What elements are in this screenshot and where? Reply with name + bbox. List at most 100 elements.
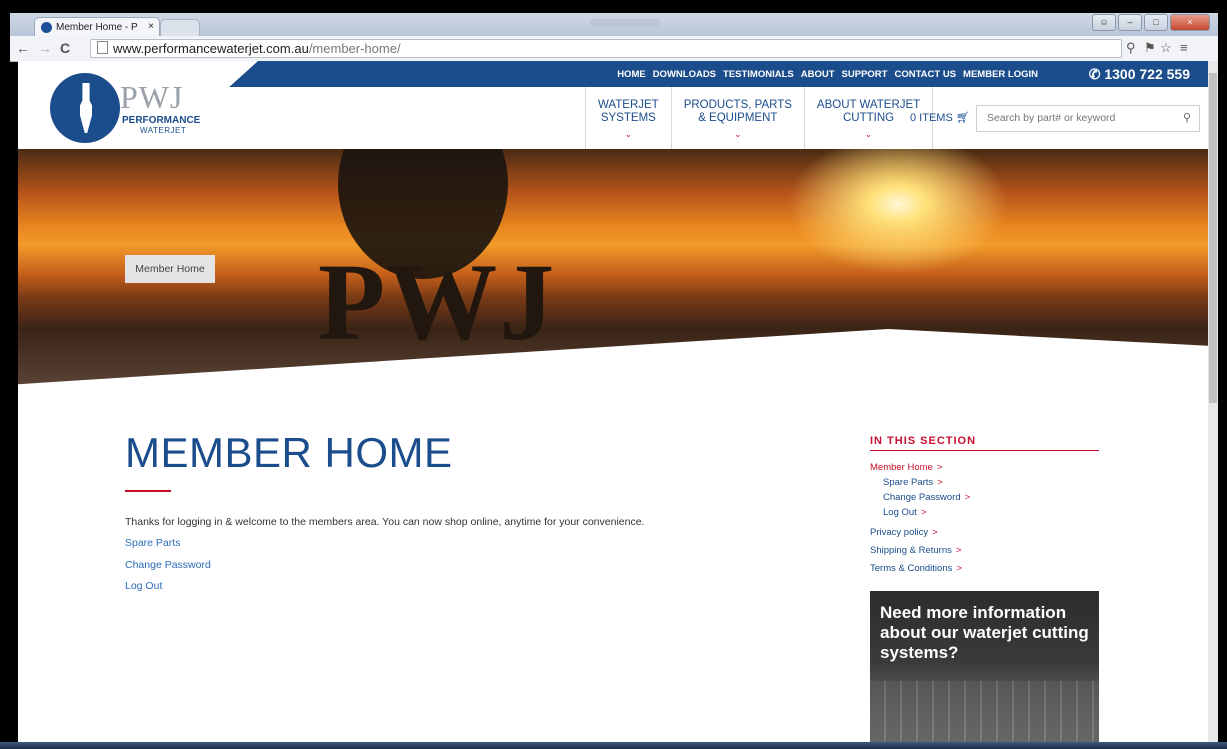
back-arrow-icon[interactable]: ← — [16, 40, 30, 56]
sidebar-item-terms[interactable]: Terms & Conditions > — [870, 563, 1099, 574]
cart-icon: 🛒︎ — [955, 112, 970, 124]
search-icon[interactable]: ⚲ — [1183, 111, 1191, 124]
maximize-icon[interactable]: □ — [1144, 14, 1168, 31]
url-path: /member-home/ — [308, 41, 401, 56]
zoom-icon[interactable]: ⚲ — [1126, 40, 1136, 56]
main-nav: WATERJET SYSTEMS ⌄ PRODUCTS, PARTS & EQU… — [585, 87, 934, 149]
window-title-blur — [590, 19, 660, 27]
page-title: MEMBER HOME — [125, 429, 453, 476]
utility-bar: HOME DOWNLOADS TESTIMONIALS ABOUT SUPPOR… — [18, 61, 1208, 87]
os-taskbar — [0, 742, 1227, 749]
minimize-icon[interactable]: – — [1118, 14, 1142, 31]
sidebar-sub-change-password[interactable]: Change Password > — [870, 492, 1099, 503]
sidebar-sub-log-out[interactable]: Log Out > — [870, 507, 1099, 518]
nav-waterjet-systems[interactable]: WATERJET SYSTEMS ⌄ — [585, 87, 671, 149]
forward-arrow-icon[interactable]: → — [38, 40, 52, 56]
nav-label-line1: PRODUCTS, PARTS — [683, 99, 792, 111]
chevron-right-icon: > — [936, 462, 943, 473]
logo-text[interactable]: PWJ — [120, 79, 183, 116]
nav-label-line2: & EQUIPMENT — [698, 112, 778, 124]
nav-label-line1: WATERJET — [598, 99, 659, 111]
top-link-support[interactable]: SUPPORT — [842, 69, 888, 80]
sidebar-sub-spare-parts[interactable]: Spare Parts > — [870, 477, 1099, 488]
hero-logo-letters: PWJ — [318, 241, 557, 363]
cart-count: 0 ITEMS — [910, 112, 953, 124]
page-scrollbar[interactable] — [1208, 61, 1218, 742]
chevron-right-icon: > — [956, 563, 962, 574]
link-spare-parts[interactable]: Spare Parts — [125, 537, 180, 549]
bookmark-star-icon[interactable]: ☆ — [1160, 40, 1172, 56]
sidebar-item-label: Change Password — [883, 492, 961, 503]
promo-banner[interactable]: Need more information about our waterjet… — [870, 591, 1099, 742]
nav-label-line1: ABOUT WATERJET — [816, 99, 921, 111]
hero-banner: PWJ Member Home — [18, 149, 1208, 389]
main-content: MEMBER HOME Thanks for logging in & welc… — [18, 389, 1208, 742]
logo-waterjet: WATERJET — [140, 126, 187, 135]
waterjet-nozzle-icon — [80, 83, 92, 133]
phone-link[interactable]: ✆ 1300 722 559 — [1089, 66, 1190, 83]
browser-tab-bar: Member Home - Perform × ☺ – □ × — [10, 13, 1218, 37]
cart-link[interactable]: 0 ITEMS 🛒︎ — [910, 111, 970, 124]
browser-address-bar: ← → C www.performancewaterjet.com.au/mem… — [10, 36, 1218, 62]
chevron-right-icon: > — [955, 545, 962, 556]
site-favicon-icon — [41, 22, 52, 33]
chevron-right-icon: > — [937, 477, 943, 488]
section-sidebar: IN THIS SECTION Member Home > Spare Parts… — [870, 435, 1099, 574]
logo-performance: PERFORMANCE — [122, 115, 201, 126]
nav-label-line2: SYSTEMS — [600, 112, 656, 124]
chevron-right-icon: > — [932, 527, 938, 538]
browser-tab[interactable]: Member Home - Perform × — [34, 17, 160, 37]
extension-icon[interactable]: ⚑ — [1144, 40, 1156, 56]
page-viewport: HOME DOWNLOADS TESTIMONIALS ABOUT SUPPOR… — [18, 61, 1208, 742]
search-input[interactable] — [985, 111, 1169, 125]
reload-icon[interactable]: C — [60, 40, 70, 56]
site-header: PWJ PERFORMANCE WATERJET WATERJET SYSTEM… — [18, 73, 1208, 150]
sidebar-item-label: Privacy policy — [870, 527, 929, 538]
sidebar-item-label: Member Home — [870, 462, 933, 473]
title-underline — [125, 490, 171, 492]
menu-icon[interactable]: ≡ — [1180, 40, 1188, 55]
user-icon[interactable]: ☺ — [1092, 14, 1116, 31]
screen: Member Home - Perform × ☺ – □ × ← → C ww… — [0, 0, 1227, 749]
window-controls: ☺ – □ × — [1092, 14, 1210, 31]
sidebar-item-label: Terms & Conditions — [870, 563, 953, 574]
top-link-about[interactable]: ABOUT — [801, 69, 835, 80]
chevron-down-icon: ⌄ — [864, 129, 873, 139]
hero-bottom-shape — [18, 329, 1208, 389]
tab-close-icon[interactable]: × — [148, 21, 154, 32]
sidebar-item-label: Log Out — [883, 507, 917, 518]
sidebar-item-member-home[interactable]: Member Home > — [870, 462, 1099, 473]
sidebar-item-label: Shipping & Returns — [870, 545, 952, 556]
top-link-downloads[interactable]: DOWNLOADS — [653, 69, 716, 80]
sidebar-title: IN THIS SECTION — [870, 435, 1099, 451]
close-window-icon[interactable]: × — [1170, 14, 1210, 31]
promo-factory-image — [870, 681, 1099, 742]
top-link-testimonials[interactable]: TESTIMONIALS — [723, 69, 794, 80]
utility-links: HOME DOWNLOADS TESTIMONIALS ABOUT SUPPOR… — [617, 69, 1038, 80]
scrollbar-thumb[interactable] — [1209, 73, 1217, 403]
top-link-contact[interactable]: CONTACT US — [894, 69, 956, 80]
chevron-right-icon: > — [964, 492, 971, 503]
welcome-text: Thanks for logging in & welcome to the m… — [125, 516, 645, 528]
chevron-right-icon: > — [920, 507, 927, 518]
sidebar-item-privacy[interactable]: Privacy policy > — [870, 527, 1099, 538]
top-link-member-login[interactable]: MEMBER LOGIN — [963, 69, 1038, 80]
page-icon — [97, 41, 108, 54]
url-field[interactable]: www.performancewaterjet.com.au/member-ho… — [90, 39, 1122, 58]
sidebar-item-label: Spare Parts — [883, 477, 934, 488]
url-domain: www.performancewaterjet.com.au — [113, 41, 309, 56]
chevron-down-icon: ⌄ — [624, 129, 633, 139]
top-link-home[interactable]: HOME — [617, 69, 646, 80]
breadcrumb[interactable]: Member Home — [125, 255, 215, 283]
link-log-out[interactable]: Log Out — [125, 580, 162, 592]
promo-text: Need more information about our waterjet… — [880, 603, 1089, 662]
sidebar-item-shipping[interactable]: Shipping & Returns > — [870, 545, 1099, 556]
phone-number: 1300 722 559 — [1104, 66, 1190, 82]
logo-mark[interactable] — [50, 73, 120, 143]
nav-label-line2: CUTTING — [843, 112, 895, 124]
new-tab-button[interactable] — [160, 19, 200, 37]
link-change-password[interactable]: Change Password — [125, 559, 211, 571]
nav-products-parts[interactable]: PRODUCTS, PARTS & EQUIPMENT ⌄ — [670, 87, 804, 149]
chevron-down-icon: ⌄ — [734, 129, 742, 139]
tab-title: Member Home - Perform — [56, 22, 138, 33]
